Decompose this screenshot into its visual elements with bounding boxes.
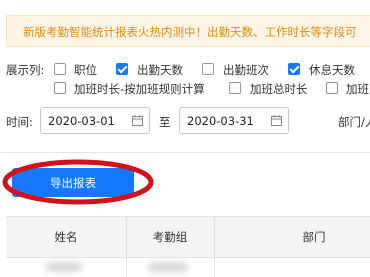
start-date-value: 2020-03-01 <box>48 114 115 128</box>
option-label-rest-days: 休息天数 <box>309 63 355 77</box>
option-label-overtime-by-rule: 加班时长-按加班规则计算 <box>74 82 205 96</box>
calendar-icon <box>271 115 282 126</box>
column-divider <box>126 216 127 277</box>
start-date-picker[interactable]: 2020-03-01 <box>40 107 150 134</box>
time-filter-label: 时间: <box>6 115 33 129</box>
checkbox-overtime-by-rule[interactable] <box>54 82 66 94</box>
checkbox-overtime-more[interactable] <box>326 82 338 94</box>
column-header-name: 姓名 <box>54 230 78 244</box>
columns-filter-label: 展示列: <box>6 63 45 77</box>
end-date-picker[interactable]: 2020-03-31 <box>179 107 289 134</box>
column-divider <box>214 216 215 277</box>
option-label-attendance-days: 出勤天数 <box>137 63 183 77</box>
checkbox-position[interactable] <box>54 63 66 75</box>
table-header: 姓名 考勤组 部门 <box>6 216 370 258</box>
redacted-cell <box>46 262 82 272</box>
beta-notice-banner: 新版考勤智能统计报表火热内测中！出勤天数、工作时长等字段可 <box>6 15 370 47</box>
option-label-overtime-more: 加班 <box>346 82 369 96</box>
date-range-separator: 至 <box>159 115 171 129</box>
redacted-cell <box>148 262 188 272</box>
checkbox-rest-days[interactable] <box>288 63 300 75</box>
beta-notice-text: 新版考勤智能统计报表火热内测中！出勤天数、工作时长等字段可 <box>23 25 357 39</box>
export-report-button[interactable]: 导出报表 <box>12 168 134 197</box>
end-date-value: 2020-03-31 <box>187 114 254 128</box>
option-label-overtime-total: 加班总时长 <box>250 82 308 96</box>
divider <box>0 152 370 153</box>
column-header-attendance-group: 考勤组 <box>152 230 188 244</box>
option-label-attendance-shifts: 出勤班次 <box>223 63 269 77</box>
checkbox-overtime-total[interactable] <box>229 82 241 94</box>
option-label-position: 职位 <box>74 63 97 77</box>
department-filter-label: 部门/人 <box>338 115 370 129</box>
calendar-icon <box>132 115 143 126</box>
checkbox-attendance-shifts[interactable] <box>202 63 214 75</box>
checkbox-attendance-days[interactable] <box>116 63 128 75</box>
column-header-department: 部门 <box>302 230 326 244</box>
